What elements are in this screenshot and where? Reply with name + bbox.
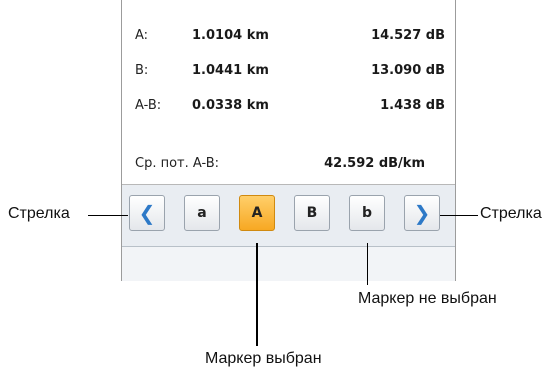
reading-row-b: B: 1.0441 km 13.090 dB — [122, 61, 455, 83]
marker-a-label: A: — [135, 28, 149, 43]
marker-a-loss: 14.527 dB — [371, 28, 445, 43]
marker-button-a-lower[interactable]: a — [184, 195, 220, 231]
selected-marker-leader — [256, 243, 258, 346]
right-arrow-leader — [440, 215, 478, 216]
right-arrow-callout: Стрелка — [480, 205, 542, 222]
readings-area: A: 1.0104 km 14.527 dB B: 1.0441 km 13.0… — [122, 0, 455, 185]
chevron-right-icon: ❯ — [413, 201, 431, 225]
reading-row-a: A: 1.0104 km 14.527 dB — [122, 26, 455, 48]
marker-a-distance: 1.0104 km — [192, 28, 269, 43]
previous-arrow-button[interactable]: ❮ — [129, 195, 165, 231]
a-b-distance: 0.0338 km — [192, 98, 269, 113]
marker-b-label: B: — [135, 63, 149, 78]
unselected-marker-leader — [367, 243, 368, 285]
a-b-label: A-B: — [135, 98, 162, 113]
marker-button-b-upper[interactable]: B — [294, 195, 330, 231]
next-arrow-button[interactable]: ❯ — [404, 195, 440, 231]
selected-marker-callout: Маркер выбран — [205, 350, 322, 367]
unselected-marker-callout: Маркер не выбран — [358, 290, 497, 307]
average-loss-value: 42.592 dB/km — [324, 156, 425, 171]
chevron-left-icon: ❮ — [138, 201, 156, 225]
measurement-panel: A: 1.0104 km 14.527 dB B: 1.0441 km 13.0… — [121, 0, 456, 281]
left-arrow-leader — [88, 215, 128, 216]
average-loss-label: Ср. пот. A-B: — [135, 156, 220, 171]
a-b-loss: 1.438 dB — [380, 98, 445, 113]
marker-toolbar: ❮ a A B b ❯ — [122, 185, 455, 247]
marker-b-distance: 1.0441 km — [192, 63, 269, 78]
reading-row-a-b: A-B: 0.0338 km 1.438 dB — [122, 96, 455, 118]
left-arrow-callout: Стрелка — [8, 205, 70, 222]
status-bar — [122, 247, 455, 281]
marker-button-b-lower[interactable]: b — [349, 195, 385, 231]
marker-button-a-upper[interactable]: A — [239, 195, 275, 231]
average-loss-row: Ср. пот. A-B: 42.592 dB/km — [122, 154, 455, 176]
marker-b-loss: 13.090 dB — [371, 63, 445, 78]
